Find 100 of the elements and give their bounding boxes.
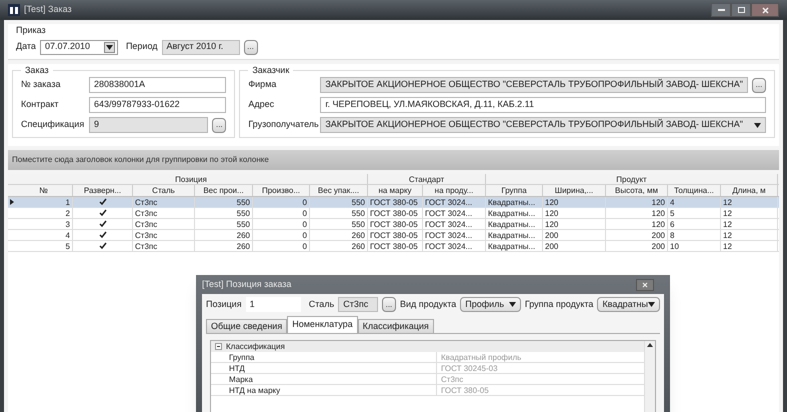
table-cell: ГОСТ 380-05	[368, 241, 423, 251]
column-header[interactable]: Толщина...	[668, 185, 721, 196]
dropdown-arrow-icon	[508, 302, 516, 307]
checkbox[interactable]	[98, 209, 106, 217]
column-header[interactable]: Произво...	[253, 185, 310, 196]
column-header[interactable]: Высота, мм	[606, 185, 668, 196]
input-field[interactable]: 9	[89, 117, 208, 133]
table-cell: 120	[606, 208, 668, 218]
table-cell: 200	[543, 230, 606, 240]
period-field[interactable]: Август 2010 г.	[162, 40, 240, 54]
column-header[interactable]: на марку	[368, 185, 423, 196]
property-name: НТД	[225, 363, 437, 373]
table-cell: 550	[310, 197, 368, 207]
field-label: Фирма	[248, 78, 278, 92]
product-group-select[interactable]: Квадратны	[597, 297, 660, 312]
table-cell: 120	[543, 197, 606, 207]
table-cell: Ст3пс	[133, 230, 195, 240]
column-header[interactable]: Ширина,...	[543, 185, 606, 196]
column-header[interactable]: Вес прои...	[195, 185, 253, 196]
table-cell: ГОСТ 380-05	[368, 219, 423, 229]
column-header[interactable]: Длина, м	[721, 185, 778, 196]
table-row[interactable]: 5 Ст3пс 260 0 260 ГОСТ 380-05 ГОСТ 3024... Квадратны... 200 200 10 12	[8, 241, 779, 252]
scrollbar[interactable]	[644, 341, 655, 412]
input-field[interactable]: 280838001A	[89, 77, 226, 93]
product-type-select[interactable]: Профиль	[460, 297, 521, 312]
property-value: Квадратный профиль	[440, 352, 522, 362]
table-cell: 0	[253, 241, 310, 251]
product-type-label: Вид продукта	[400, 298, 456, 311]
input-field[interactable]: ЗАКРЫТОЕ АКЦИОНЕРНОЕ ОБЩЕСТВО "СЕВЕРСТАЛЬ ТРУБОПРОФИЛЬНЫЙ ЗАВОД- ШЕКСНА"	[320, 77, 748, 93]
section-title: Заказ	[24, 64, 50, 76]
minimize-icon	[718, 9, 724, 11]
table-cell: 3	[15, 219, 73, 229]
table-cell: Квадратны...	[486, 208, 543, 218]
maximize-button[interactable]	[731, 3, 751, 17]
table-cell: ГОСТ 3024...	[423, 208, 486, 218]
table-row[interactable]: 2 Ст3пс 550 0 550 ГОСТ 380-05 ГОСТ 3024... Квадратны... 120 120 5 12	[8, 208, 779, 219]
app-icon	[8, 4, 20, 16]
checkbox[interactable]	[98, 220, 106, 228]
table-cell: 120	[606, 197, 668, 207]
table-cell: ГОСТ 380-05	[368, 208, 423, 218]
table-cell: 12	[721, 219, 778, 229]
table-cell: ГОСТ 380-05	[368, 197, 423, 207]
browse-button[interactable]: ...	[752, 78, 766, 92]
table-cell: Ст3пс	[133, 241, 195, 251]
checkbox[interactable]	[98, 198, 106, 206]
table-cell: 120	[543, 219, 606, 229]
table-cell: 6	[668, 219, 721, 229]
property-name: НТД на марку	[225, 385, 437, 395]
browse-button[interactable]: ...	[382, 297, 396, 312]
tab[interactable]: Общие сведения	[206, 319, 288, 333]
table-cell: Квадратны...	[486, 197, 543, 207]
scroll-up-icon	[647, 343, 653, 347]
close-icon	[642, 282, 648, 288]
close-button[interactable]	[751, 3, 779, 17]
tab[interactable]: Классификация	[358, 319, 434, 333]
steel-label: Сталь	[308, 298, 334, 311]
tab[interactable]: Номенклатура	[287, 316, 358, 333]
input-field[interactable]: г. ЧЕРЕПОВЕЦ, УЛ.МАЯКОВСКАЯ, Д.11, КАБ.2.11	[320, 97, 766, 113]
band-header: Позиция	[15, 174, 368, 184]
table-cell: ГОСТ 3024...	[423, 219, 486, 229]
table-cell: 120	[606, 219, 668, 229]
table-cell: 550	[195, 197, 253, 207]
table-cell: 12	[721, 241, 778, 251]
close-button[interactable]	[636, 278, 654, 290]
table-cell: 550	[310, 219, 368, 229]
column-header[interactable]: Группа	[486, 185, 543, 196]
table-row[interactable]: 1 Ст3пс 550 0 550 ГОСТ 380-05 ГОСТ 3024... Квадратны... 120 120 4 12	[8, 197, 779, 208]
window-title: [Test] Заказ	[24, 3, 72, 16]
column-header[interactable]: Сталь	[133, 185, 195, 196]
column-header[interactable]: на проду...	[423, 185, 486, 196]
dropdown-arrow-icon	[106, 44, 113, 50]
checkbox[interactable]	[98, 231, 106, 239]
band-header: Стандарт	[368, 174, 486, 184]
position-field[interactable]: 1	[246, 297, 301, 312]
column-header[interactable]: Вес упак....	[310, 185, 368, 196]
column-header[interactable]: Разверн...	[73, 185, 133, 196]
steel-field[interactable]: Ст3пс	[338, 297, 378, 312]
dialog-title: [Test] Позиция заказа	[202, 278, 292, 291]
dropdown-arrow-icon	[648, 302, 655, 307]
row-pointer-icon	[10, 199, 14, 205]
property-name: Марка	[225, 374, 437, 384]
checkbox[interactable]	[98, 242, 106, 250]
table-cell: 120	[543, 208, 606, 218]
field-label: № заказа	[21, 78, 62, 92]
browse-button[interactable]: ...	[244, 40, 258, 54]
input-field[interactable]: 643/99787933-01622	[89, 97, 226, 113]
table-row[interactable]: 3 Ст3пс 550 0 550 ГОСТ 380-05 ГОСТ 3024... Квадратны... 120 120 6 12	[8, 219, 779, 230]
table-cell: 260	[195, 230, 253, 240]
date-field[interactable]: 07.07.2010	[40, 40, 118, 54]
table-cell: 8	[668, 230, 721, 240]
column-header[interactable]: №	[15, 185, 73, 196]
collapse-icon[interactable]	[215, 343, 222, 350]
maximize-icon	[738, 7, 744, 13]
close-icon	[762, 6, 768, 14]
minimize-button[interactable]	[711, 3, 731, 17]
table-cell: Квадратны...	[486, 230, 543, 240]
section-title: Приказ	[16, 24, 47, 37]
browse-button[interactable]: ...	[212, 118, 226, 132]
table-row[interactable]: 4 Ст3пс 260 0 260 ГОСТ 380-05 ГОСТ 3024... Квадратны... 200 200 8 12	[8, 230, 779, 241]
input-field[interactable]: ЗАКРЫТОЕ АКЦИОНЕРНОЕ ОБЩЕСТВО "СЕВЕРСТАЛЬ ТРУБОПРОФИЛЬНЫЙ ЗАВОД- ШЕКСНА"	[320, 117, 766, 133]
